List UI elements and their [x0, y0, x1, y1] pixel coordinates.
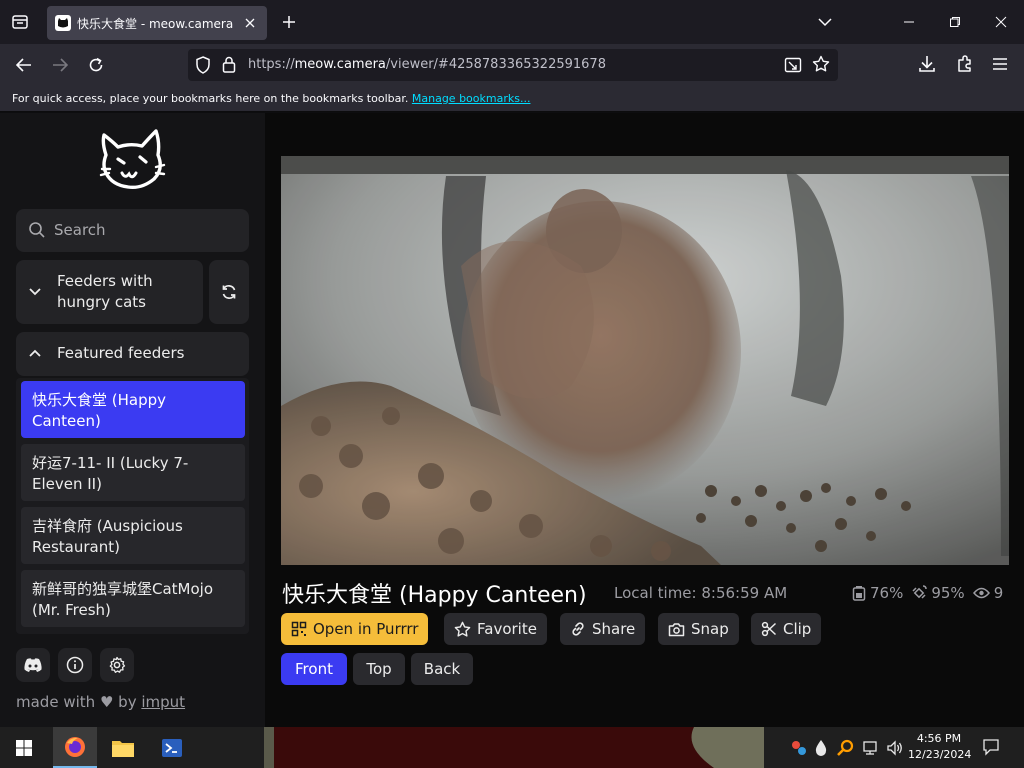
qr-code-icon: [291, 621, 307, 637]
meow-camera-page: Feeders with hungry cats Featured feeder…: [0, 113, 1024, 727]
camera-video-feed[interactable]: [281, 156, 1009, 565]
forward-arrow-icon[interactable]: [46, 52, 74, 78]
open-in-purrrr-button[interactable]: Open in Purrrr: [281, 613, 429, 645]
reader-view-icon[interactable]: [784, 56, 802, 74]
signal-stat: 95%: [911, 584, 965, 602]
search-icon: [28, 221, 46, 239]
feeders-with-hungry-cats-toggle[interactable]: Feeders with hungry cats: [16, 260, 203, 324]
bookmarks-message: For quick access, place your bookmarks h…: [12, 92, 531, 105]
lock-icon[interactable]: [222, 56, 236, 73]
bookmarks-toolbar: For quick access, place your bookmarks h…: [0, 86, 1024, 112]
search-box[interactable]: [16, 209, 249, 252]
camera-icon: [668, 622, 685, 636]
cat-favicon-icon: [55, 15, 71, 31]
close-window-icon[interactable]: [978, 8, 1024, 36]
browser-tab-active[interactable]: 快乐大食堂 - meow.camera: [47, 6, 267, 40]
chevron-down-icon[interactable]: [814, 11, 836, 33]
bookmark-star-icon[interactable]: [812, 55, 830, 73]
powershell-icon[interactable]: [150, 727, 194, 768]
viewers-stat: 9: [972, 584, 1003, 602]
taskbar-clock-time[interactable]: 4:56 PM: [908, 732, 970, 745]
satellite-icon: [912, 585, 928, 599]
food-level-icon: [852, 586, 866, 601]
search-tray-icon[interactable]: [836, 739, 854, 757]
browser-tab-bar: 快乐大食堂 - meow.camera: [0, 0, 1024, 44]
view-back-button[interactable]: Back: [411, 653, 473, 685]
sidebar: Feeders with hungry cats Featured feeder…: [0, 113, 265, 727]
clip-button[interactable]: Clip: [751, 613, 822, 645]
settings-icon: [109, 656, 126, 673]
scissors-icon: [761, 621, 777, 637]
heart-icon: ♥: [99, 693, 114, 711]
notifications-icon[interactable]: [982, 738, 1000, 756]
feeder-item-auspicious-restaurant[interactable]: 吉祥食府 (Auspicious Restaurant): [21, 507, 245, 564]
tab-list-icon[interactable]: [8, 10, 32, 34]
system-tray: [784, 727, 1024, 768]
chevron-up-icon: [28, 347, 42, 361]
back-arrow-icon[interactable]: [10, 52, 38, 78]
view-front-button[interactable]: Front: [281, 653, 347, 685]
tab-title: 快乐大食堂 - meow.camera: [77, 16, 234, 31]
taskbar-window-preview: [264, 727, 764, 768]
refresh-icon: [222, 285, 236, 299]
discord-icon: [24, 658, 42, 672]
made-with-credit: made with ♥ by imput: [16, 693, 186, 711]
feeders-hungry-label: Feeders with hungry cats: [57, 272, 153, 311]
local-time: Local time: 8:56:59 AM: [614, 584, 788, 602]
water-drop-icon[interactable]: [814, 739, 828, 757]
app-tray-icon[interactable]: [790, 739, 808, 757]
new-tab-icon[interactable]: [278, 11, 300, 33]
food-level-stat: 76%: [852, 584, 903, 602]
imput-link[interactable]: imput: [141, 693, 185, 711]
star-icon: [454, 621, 471, 637]
view-top-button[interactable]: Top: [353, 653, 405, 685]
windows-taskbar: 4:56 PM 12/23/2024: [0, 727, 1024, 768]
url-bar[interactable]: https://meow.camera/viewer/#425878336532…: [188, 49, 838, 81]
search-input[interactable]: [54, 219, 234, 241]
windows-start-icon[interactable]: [2, 727, 46, 768]
file-explorer-icon[interactable]: [101, 727, 145, 768]
featured-feeders-toggle[interactable]: Featured feeders: [16, 332, 249, 376]
eye-icon: [972, 587, 990, 599]
snap-button[interactable]: Snap: [658, 613, 739, 645]
restore-icon[interactable]: [932, 8, 978, 36]
minimize-icon[interactable]: [886, 8, 932, 36]
cat-logo-icon[interactable]: [98, 129, 168, 193]
menu-icon[interactable]: [990, 54, 1010, 74]
favorite-button[interactable]: Favorite: [444, 613, 547, 645]
chevron-down-icon: [28, 284, 42, 298]
feeder-item-lucky-7-eleven[interactable]: 好运7-11- II (Lucky 7-Eleven II): [21, 444, 245, 501]
link-icon: [572, 622, 584, 636]
extensions-icon[interactable]: [955, 54, 975, 74]
manage-bookmarks-link[interactable]: Manage bookmarks...: [412, 92, 531, 105]
close-tab-icon[interactable]: [241, 14, 259, 32]
discord-button[interactable]: [16, 648, 50, 682]
volume-icon[interactable]: [886, 739, 904, 757]
downloads-icon[interactable]: [917, 54, 937, 74]
refresh-button[interactable]: [209, 260, 249, 324]
feeder-item-happy-canteen[interactable]: 快乐大食堂 (Happy Canteen): [21, 381, 245, 438]
featured-feeders-label: Featured feeders: [57, 344, 185, 362]
info-icon: [66, 656, 84, 674]
settings-button[interactable]: [100, 648, 134, 682]
taskbar-clock-date[interactable]: 12/23/2024: [908, 748, 971, 761]
reload-icon[interactable]: [82, 52, 110, 78]
feeder-item-mr-fresh[interactable]: 新鲜哥的独享城堡CatMojo (Mr. Fresh): [21, 570, 245, 627]
network-icon[interactable]: [862, 739, 880, 757]
featured-feeder-list: 快乐大食堂 (Happy Canteen) 好运7-11- II (Lucky …: [16, 378, 249, 634]
info-button[interactable]: [58, 648, 92, 682]
camera-title: 快乐大食堂 (Happy Canteen): [282, 583, 587, 608]
firefox-taskbar-icon[interactable]: [53, 727, 97, 768]
url-text[interactable]: https://meow.camera/viewer/#425878336532…: [248, 57, 606, 72]
share-button[interactable]: Share: [560, 613, 646, 645]
shield-icon[interactable]: [195, 56, 211, 74]
feeder-stats: 76% 95% 9: [852, 584, 1011, 602]
